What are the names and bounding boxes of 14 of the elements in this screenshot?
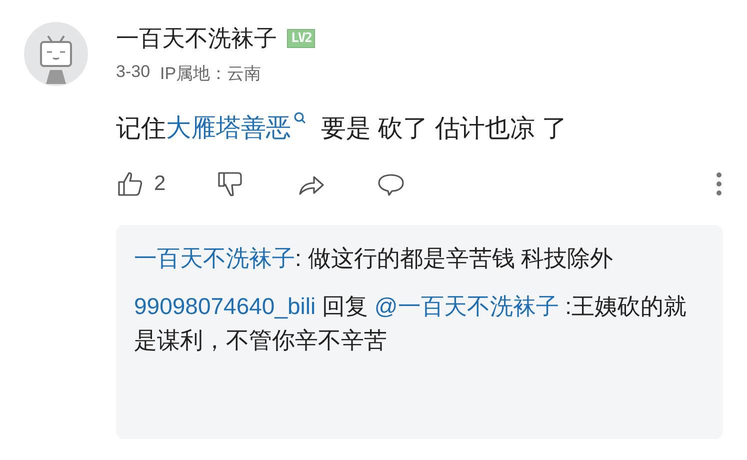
reply-text: 一百天不洗袜子: 做这行的都是辛苦钱 科技除外 xyxy=(134,244,614,274)
avatar[interactable] xyxy=(24,22,88,86)
more-options-icon[interactable] xyxy=(715,171,723,198)
level-badge: LV2 xyxy=(287,28,316,48)
user-link[interactable]: @一百天不洗袜子 xyxy=(374,293,559,320)
keyword-link[interactable]: 大雁塔善恶 xyxy=(166,114,307,142)
reply-text: 99098074640_bili 回复 @一百天不洗袜子 :王姨砍的就是谋利，不管你辛不辛苦 xyxy=(134,292,688,356)
comment-date: 3-30 xyxy=(116,62,150,83)
user-link[interactable]: 一百天不洗袜子 xyxy=(134,245,295,272)
like-button[interactable]: 2 xyxy=(116,169,166,200)
ip-location: IP属地：云南 xyxy=(160,63,262,85)
comment-text: 记住大雁塔善恶 要是 砍了 估计也凉 了 xyxy=(116,111,723,146)
user-link[interactable]: 99098074640_bili xyxy=(134,293,316,320)
username[interactable]: 一百天不洗袜子 xyxy=(116,22,277,54)
